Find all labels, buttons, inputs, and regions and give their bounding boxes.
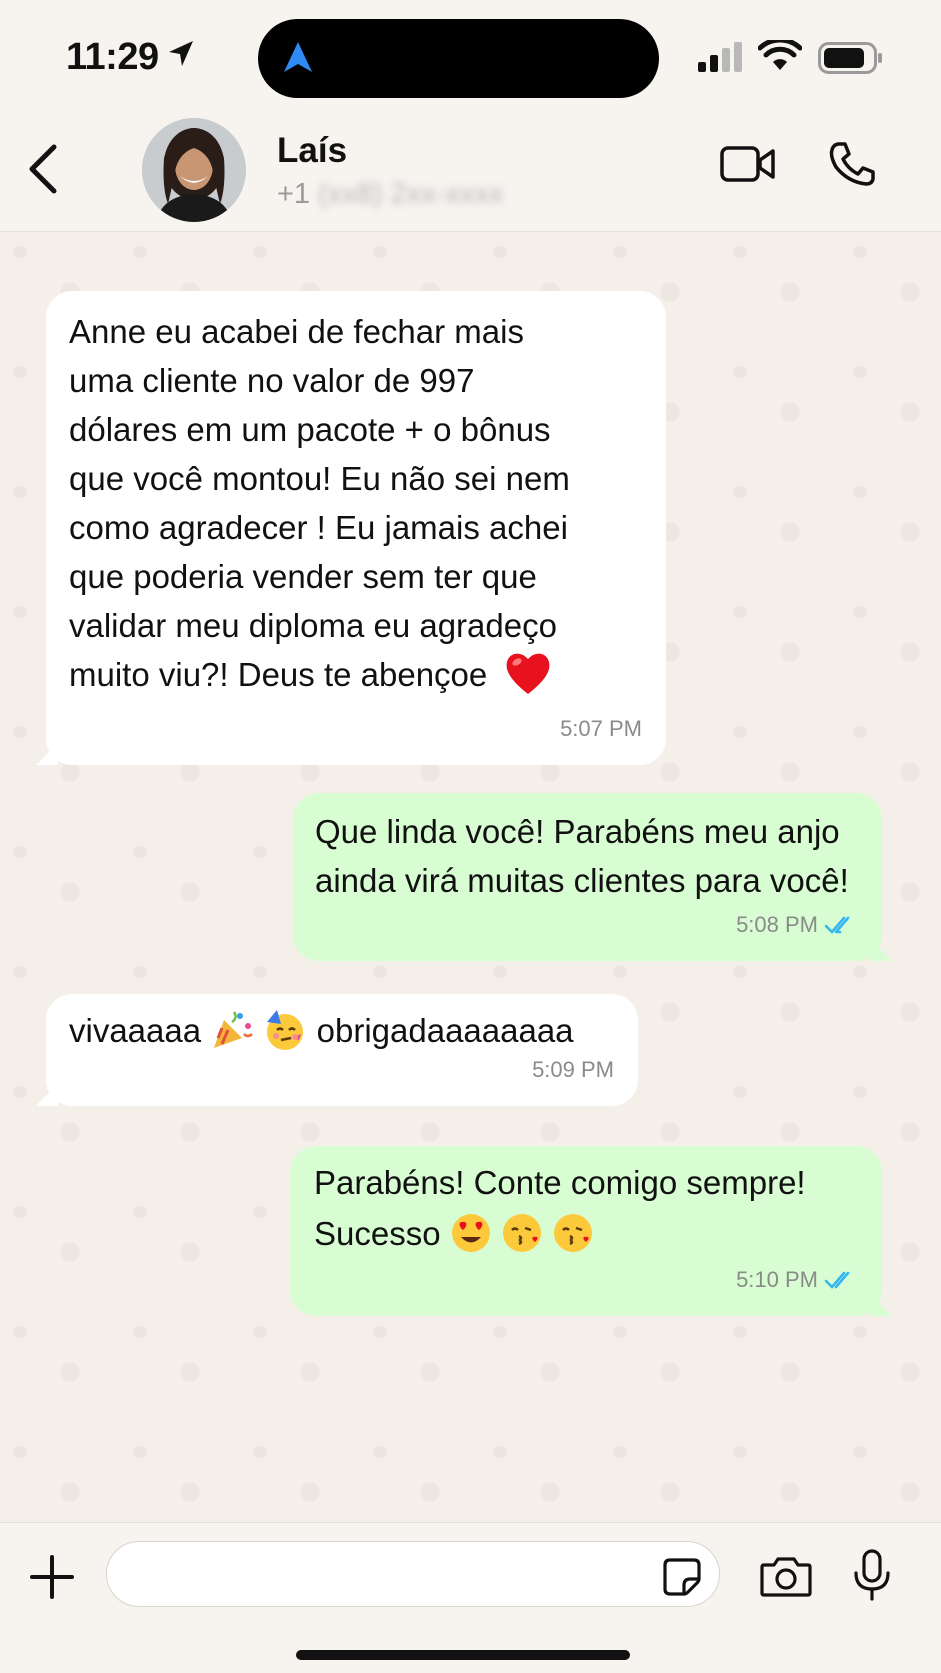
red-heart-emoji-icon bbox=[507, 653, 550, 695]
home-indicator[interactable] bbox=[296, 1650, 630, 1660]
message-text-line2: Sucesso bbox=[314, 1209, 860, 1258]
partying-face-emoji-icon bbox=[267, 1010, 304, 1051]
message-text-sucesso: Sucesso bbox=[314, 1215, 441, 1252]
message-meta: 5:10 PM bbox=[736, 1255, 858, 1304]
navigation-arrow-icon bbox=[284, 42, 312, 72]
message-input[interactable] bbox=[106, 1541, 720, 1607]
cellular-signal-icon bbox=[698, 42, 742, 72]
video-call-icon[interactable] bbox=[720, 145, 776, 183]
heart-eyes-emoji-icon bbox=[451, 1214, 490, 1253]
message-text: Que linda você! Parabéns meu anjo ainda … bbox=[315, 813, 849, 899]
message-meta: 5:08 PM bbox=[736, 900, 858, 949]
bubble-tail bbox=[870, 1294, 892, 1316]
contact-number-prefix: +1 bbox=[277, 178, 311, 210]
status-bar: 11:29 bbox=[0, 0, 941, 115]
message-text-after: obrigadaaaaaaaa bbox=[316, 1012, 574, 1049]
message-time: 5:09 PM bbox=[532, 1057, 614, 1082]
avatar-photo bbox=[142, 118, 246, 222]
message-text-line1: Parabéns! Conte comigo sempre! bbox=[314, 1164, 806, 1201]
dynamic-island bbox=[258, 19, 659, 98]
back-chevron-icon[interactable] bbox=[26, 143, 60, 195]
message-meta: 5:07 PM bbox=[560, 704, 642, 753]
read-receipt-icon bbox=[824, 916, 850, 934]
message-text: Anne eu acabei de fechar mais uma client… bbox=[69, 313, 570, 693]
message-time: 5:08 PM bbox=[736, 912, 818, 937]
message-bubble-incoming[interactable]: Anne eu acabei de fechar mais uma client… bbox=[36, 291, 666, 765]
message-bubble-outgoing[interactable]: Parabéns! Conte comigo sempre! Sucesso 5… bbox=[290, 1146, 892, 1316]
message-time: 5:07 PM bbox=[560, 716, 642, 741]
party-popper-emoji-icon bbox=[214, 1011, 254, 1049]
sticker-icon[interactable] bbox=[662, 1557, 702, 1597]
chat-header: Laís +1 (xx8) 2xx-xxxx bbox=[0, 115, 941, 232]
composer-bar bbox=[0, 1522, 941, 1673]
plus-icon[interactable] bbox=[30, 1555, 74, 1599]
camera-icon[interactable] bbox=[760, 1555, 812, 1597]
wifi-icon bbox=[758, 40, 802, 70]
bubble-tail bbox=[36, 743, 58, 765]
read-receipt-icon bbox=[824, 1271, 850, 1289]
bubble-tail bbox=[36, 1084, 58, 1106]
status-time: 11:29 bbox=[66, 36, 159, 78]
chat-messages[interactable]: Anne eu acabei de fechar mais uma client… bbox=[0, 232, 941, 1522]
kissing-heart-emoji-icon bbox=[502, 1214, 541, 1253]
message-bubble-incoming[interactable]: vivaaaaa obrigadaaaaaaaa 5:09 PM bbox=[36, 994, 638, 1106]
location-arrow-icon bbox=[169, 41, 193, 66]
contact-number: +1 (xx8) 2xx-xxxx bbox=[277, 178, 503, 211]
message-text-before: vivaaaaa bbox=[69, 1012, 202, 1049]
battery-icon bbox=[818, 42, 882, 74]
contact-name[interactable]: Laís bbox=[277, 131, 347, 171]
contact-avatar[interactable] bbox=[142, 118, 246, 222]
kissing-heart-emoji-icon bbox=[554, 1214, 593, 1253]
contact-number-redacted: (xx8) 2xx-xxxx bbox=[318, 178, 504, 210]
bubble-tail bbox=[870, 939, 892, 961]
message-time: 5:10 PM bbox=[736, 1267, 818, 1292]
message-bubble-outgoing[interactable]: Que linda você! Parabéns meu anjo ainda … bbox=[293, 793, 892, 961]
phone-call-icon[interactable] bbox=[828, 141, 876, 187]
message-meta: 5:09 PM bbox=[532, 1045, 614, 1094]
microphone-icon[interactable] bbox=[852, 1549, 892, 1601]
